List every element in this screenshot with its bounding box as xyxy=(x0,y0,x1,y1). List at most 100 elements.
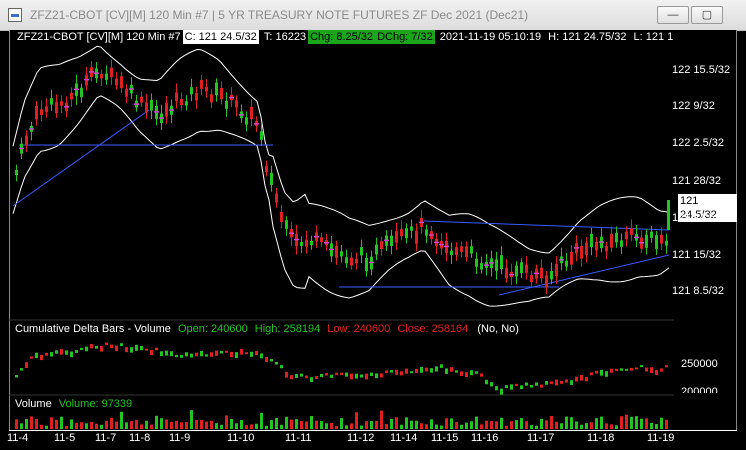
vwap-tick xyxy=(329,248,334,251)
volume-bar xyxy=(175,420,178,429)
time-axis-label: 11-4 xyxy=(7,432,29,444)
vwap-tick xyxy=(559,259,564,261)
candle-body xyxy=(390,235,393,247)
time-axis-label: 11-11 xyxy=(285,432,312,444)
volume-bar xyxy=(70,419,73,429)
volume-bar xyxy=(630,416,633,429)
candle-body xyxy=(570,252,573,265)
delta-bar xyxy=(40,354,43,361)
volume-bar xyxy=(145,420,148,429)
chart-area[interactable]: ZFZ21-CBOT [CV][M] 120 Min #7 C: 121 24.5… xyxy=(7,30,737,450)
candle-body xyxy=(335,246,338,258)
vwap-tick xyxy=(489,262,494,264)
vwap-tick xyxy=(439,243,444,246)
vwap-tick xyxy=(159,117,164,119)
last-candle xyxy=(667,200,670,230)
delta-bar xyxy=(600,369,603,376)
volume-bar xyxy=(595,418,598,429)
vwap-tick xyxy=(534,272,539,275)
delta-bar xyxy=(280,365,283,369)
volume-bar xyxy=(60,416,63,429)
volume-bar xyxy=(455,422,458,429)
delta-bar xyxy=(290,375,293,380)
volume-bar xyxy=(500,417,503,429)
minimize-button[interactable]: — xyxy=(657,6,689,24)
volume-bar xyxy=(55,419,58,429)
delta-bar xyxy=(220,350,223,354)
delta-bar xyxy=(430,368,433,373)
delta-close: Close: 258164 xyxy=(397,323,469,335)
delta-bar xyxy=(590,372,593,376)
candle-body xyxy=(465,246,468,258)
volume-bar xyxy=(635,416,638,429)
delta-bar xyxy=(570,380,573,385)
delta-bar xyxy=(45,352,48,356)
delta-open: Open: 240600 xyxy=(177,323,248,335)
candle-body xyxy=(500,255,503,269)
delta-bar xyxy=(450,367,453,372)
volume-bar xyxy=(105,420,108,429)
volume-bar xyxy=(190,410,193,429)
delta-bar xyxy=(305,375,308,379)
candle-body xyxy=(540,267,543,279)
candle-body xyxy=(285,220,288,229)
delta-flags: (No, No) xyxy=(477,323,519,335)
candle-body xyxy=(595,241,598,251)
candle-body xyxy=(270,172,273,185)
delta-bar xyxy=(75,350,78,353)
candle-body xyxy=(145,102,148,112)
candle-body xyxy=(405,228,408,239)
volume-panel-title: Volume xyxy=(15,398,52,410)
volume-bar xyxy=(540,418,543,429)
vwap-tick xyxy=(369,261,374,264)
volume-bar xyxy=(305,421,308,429)
volume-bar xyxy=(575,421,578,429)
maximize-button[interactable]: ▢ xyxy=(691,6,723,24)
candle-body xyxy=(395,231,398,243)
volume-bar xyxy=(600,416,603,429)
delta-bar xyxy=(65,350,68,355)
candle-body xyxy=(555,263,558,276)
delta-bar xyxy=(210,352,213,357)
vwap-tick xyxy=(484,264,489,266)
delta-bar xyxy=(620,368,623,371)
vwap-tick xyxy=(289,232,294,234)
volume-bar xyxy=(625,414,628,429)
delta-high: High: 258194 xyxy=(254,323,321,335)
delta-bar xyxy=(20,368,23,371)
price-chart-svg[interactable] xyxy=(9,30,737,430)
delta-low: Low: 240600 xyxy=(327,323,391,335)
volume-bar xyxy=(20,423,23,429)
vwap-tick xyxy=(429,234,434,236)
delta-bar xyxy=(510,384,513,390)
volume-bar xyxy=(345,425,348,429)
volume-bar xyxy=(15,419,18,429)
candle-body xyxy=(590,233,593,248)
delta-bar xyxy=(90,344,93,349)
candle-body xyxy=(225,101,228,109)
delta-bar xyxy=(310,377,313,383)
delta-bar xyxy=(120,343,123,347)
delta-bar xyxy=(215,350,218,356)
candle-body xyxy=(625,231,628,240)
window-titlebar: ZFZ21-CBOT [CV][M] 120 Min #7 | 5 YR TRE… xyxy=(0,0,746,31)
delta-bar xyxy=(100,345,103,352)
delta-bar xyxy=(650,367,653,374)
delta-bar xyxy=(260,353,263,359)
candle-body xyxy=(480,262,483,270)
candle-body xyxy=(355,259,358,264)
delta-bar xyxy=(500,388,503,395)
delta-bar xyxy=(400,371,403,376)
delta-bar xyxy=(575,376,578,382)
vwap-tick xyxy=(639,242,644,244)
volume-bar xyxy=(385,424,388,429)
candle-body xyxy=(180,98,183,105)
vwap-tick xyxy=(19,147,24,150)
volume-bar xyxy=(410,420,413,429)
volume-bar xyxy=(205,421,208,429)
volume-bar xyxy=(350,423,353,429)
candle-body xyxy=(530,275,533,283)
delta-bar xyxy=(225,350,228,353)
volume-bar xyxy=(355,412,358,429)
delta-panel-header: Cumulative Delta Bars - Volume Open: 240… xyxy=(15,323,519,335)
